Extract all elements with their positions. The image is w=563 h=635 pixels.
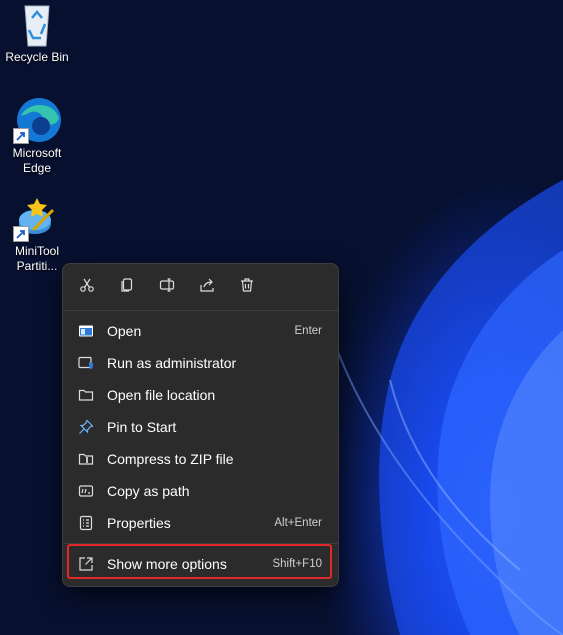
properties-icon bbox=[77, 514, 95, 532]
desktop-icon-minitool[interactable]: MiniTool Partiti... bbox=[1, 194, 73, 274]
zip-folder-icon bbox=[77, 450, 95, 468]
path-icon bbox=[77, 482, 95, 500]
menu-item-shortcut: Alt+Enter bbox=[274, 517, 322, 529]
share-icon bbox=[199, 277, 215, 298]
trash-icon bbox=[239, 277, 255, 298]
menu-item-properties[interactable]: Properties Alt+Enter bbox=[67, 508, 334, 538]
delete-button[interactable] bbox=[235, 275, 259, 299]
menu-item-label: Run as administrator bbox=[107, 355, 237, 371]
cut-button[interactable] bbox=[75, 275, 99, 299]
admin-shield-icon bbox=[77, 354, 95, 372]
menu-item-open[interactable]: Open Enter bbox=[67, 316, 334, 346]
recycle-bin-label: Recycle Bin bbox=[5, 50, 69, 64]
menu-item-copy-as-path[interactable]: Copy as path bbox=[67, 476, 334, 506]
menu-item-label: Copy as path bbox=[107, 483, 190, 499]
open-window-icon bbox=[77, 322, 95, 340]
edge-label-line2: Edge bbox=[22, 161, 52, 175]
edge-label-line1: Microsoft bbox=[12, 146, 62, 160]
desktop-icon-recycle-bin[interactable]: Recycle Bin bbox=[1, 0, 73, 65]
rename-button[interactable] bbox=[155, 275, 179, 299]
highlight-box bbox=[67, 544, 332, 579]
menu-item-compress-to-zip[interactable]: Compress to ZIP file bbox=[67, 444, 334, 474]
copy-button[interactable] bbox=[115, 275, 139, 299]
menu-item-label: Properties bbox=[107, 515, 171, 531]
pin-icon bbox=[77, 418, 95, 436]
context-menu: Open Enter Run as administrator Open fil… bbox=[62, 263, 339, 587]
menu-item-label: Compress to ZIP file bbox=[107, 451, 234, 467]
share-button[interactable] bbox=[195, 275, 219, 299]
folder-icon bbox=[77, 386, 95, 404]
minitool-label-line1: MiniTool bbox=[14, 244, 59, 258]
menu-item-label: Open file location bbox=[107, 387, 216, 403]
menu-item-label: Pin to Start bbox=[107, 419, 177, 435]
minitool-icon bbox=[13, 194, 61, 242]
menu-item-label: Open bbox=[107, 323, 142, 339]
menu-item-shortcut: Enter bbox=[294, 325, 323, 337]
shortcut-arrow-icon bbox=[13, 128, 29, 144]
desktop-icon-microsoft-edge[interactable]: Microsoft Edge bbox=[1, 96, 73, 176]
rename-icon bbox=[159, 277, 175, 298]
cut-icon bbox=[79, 277, 95, 298]
menu-item-open-file-location[interactable]: Open file location bbox=[67, 380, 334, 410]
context-menu-toolbar bbox=[63, 264, 338, 310]
menu-item-run-as-administrator[interactable]: Run as administrator bbox=[67, 348, 334, 378]
copy-icon bbox=[119, 277, 135, 298]
edge-icon bbox=[13, 96, 61, 144]
recycle-bin-icon bbox=[13, 0, 61, 48]
shortcut-arrow-icon bbox=[13, 226, 29, 242]
toolbar-divider bbox=[63, 310, 338, 311]
menu-item-pin-to-start[interactable]: Pin to Start bbox=[67, 412, 334, 442]
